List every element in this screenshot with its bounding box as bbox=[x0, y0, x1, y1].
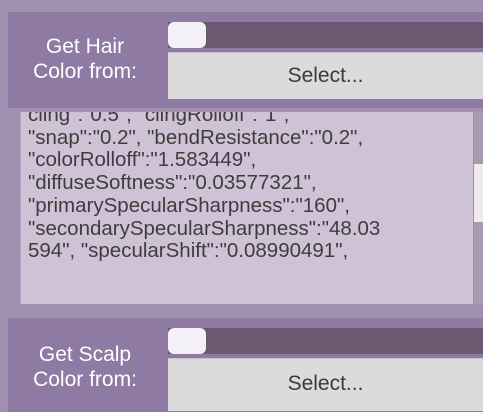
scalp-color-slider-handle[interactable] bbox=[168, 328, 206, 354]
json-text-line: "diffuseSoftness":"0.03577321", bbox=[28, 171, 317, 195]
json-text-line: 594", "specularShift":"0.08990491", bbox=[28, 239, 349, 263]
hair-json-text: cling":"0.5", "clingRolloff":"1", "snap":… bbox=[28, 112, 473, 263]
hair-color-select-button[interactable]: Select... bbox=[168, 52, 483, 99]
json-scrollbar[interactable] bbox=[474, 112, 483, 304]
scalp-color-slider[interactable] bbox=[168, 328, 483, 354]
hair-json-text-area[interactable]: cling":"0.5", "clingRolloff":"1", "snap":… bbox=[20, 112, 473, 304]
scalp-color-panel: Get Scalp Color from: Select... bbox=[8, 318, 483, 412]
hair-color-label: Get Hair Color from: bbox=[33, 35, 137, 83]
json-text-line: cling":"0.5", "clingRolloff":"1", bbox=[28, 112, 290, 126]
json-text-line: "secondarySpecularSharpness":"48.03 bbox=[28, 216, 381, 240]
scalp-color-label: Get Scalp Color from: bbox=[33, 343, 137, 391]
scalp-color-select-button[interactable]: Select... bbox=[168, 358, 483, 411]
json-text-line: "snap":"0.2", "bendResistance":"0.2", bbox=[28, 125, 364, 149]
hair-color-panel: Get Hair Color from: Select... bbox=[8, 12, 483, 108]
json-scroll-thumb[interactable] bbox=[474, 164, 483, 222]
hair-color-slider[interactable] bbox=[168, 22, 483, 48]
hair-color-slider-handle[interactable] bbox=[168, 22, 206, 48]
json-text-line: "colorRolloff":"1.583449", bbox=[28, 148, 257, 172]
json-text-line: "primarySpecularSharpness":"160", bbox=[28, 193, 350, 217]
